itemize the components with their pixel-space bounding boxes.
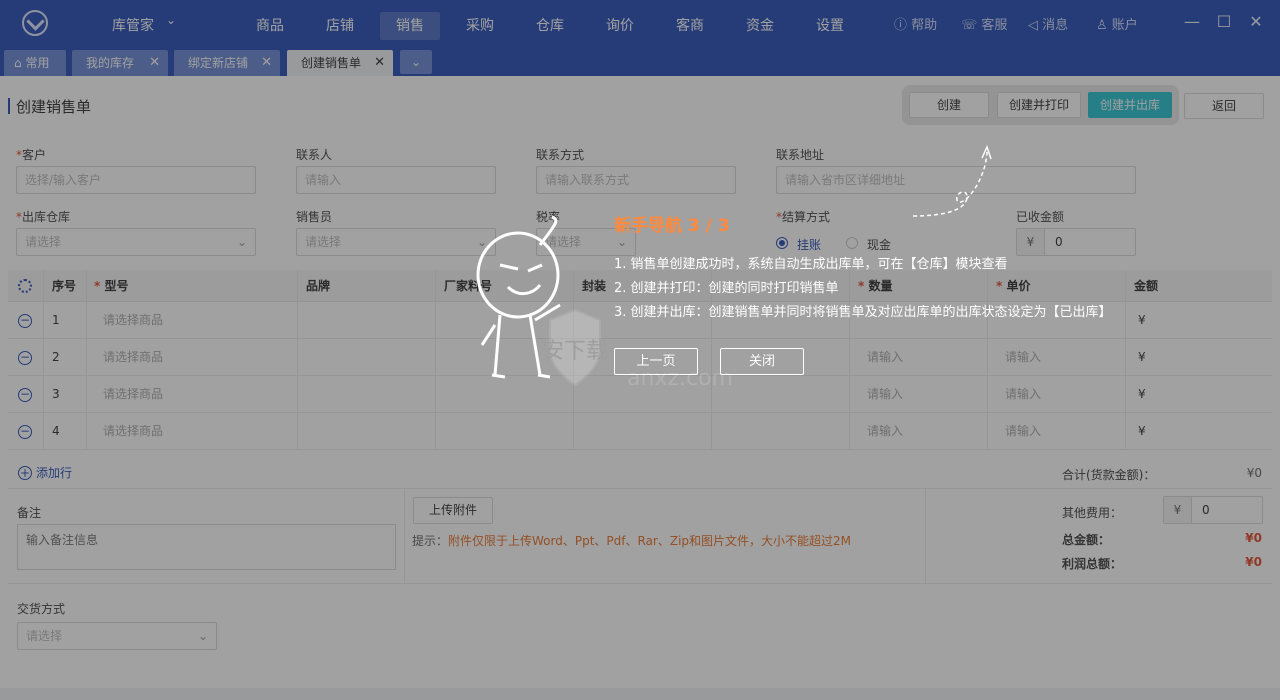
mascot-illustration <box>476 215 561 379</box>
guide-arrow-icon <box>912 144 992 217</box>
guide-close-button[interactable]: 关闭 <box>720 348 804 375</box>
guide-line-2: 2. 创建并打印：创建的同时打印销售单 <box>614 281 839 296</box>
guide-prev-button[interactable]: 上一页 <box>614 348 698 375</box>
guide-line-3: 3. 创建并出库：创建销售单并同时将销售单及对应出库单的出库状态设定为【已出库】 <box>614 305 1112 320</box>
guide-line-1: 1. 销售单创建成功时，系统自动生成出库单，可在【仓库】模块查看 <box>614 257 1008 272</box>
guide-title: 新手导航 3 / 3 <box>614 216 730 236</box>
